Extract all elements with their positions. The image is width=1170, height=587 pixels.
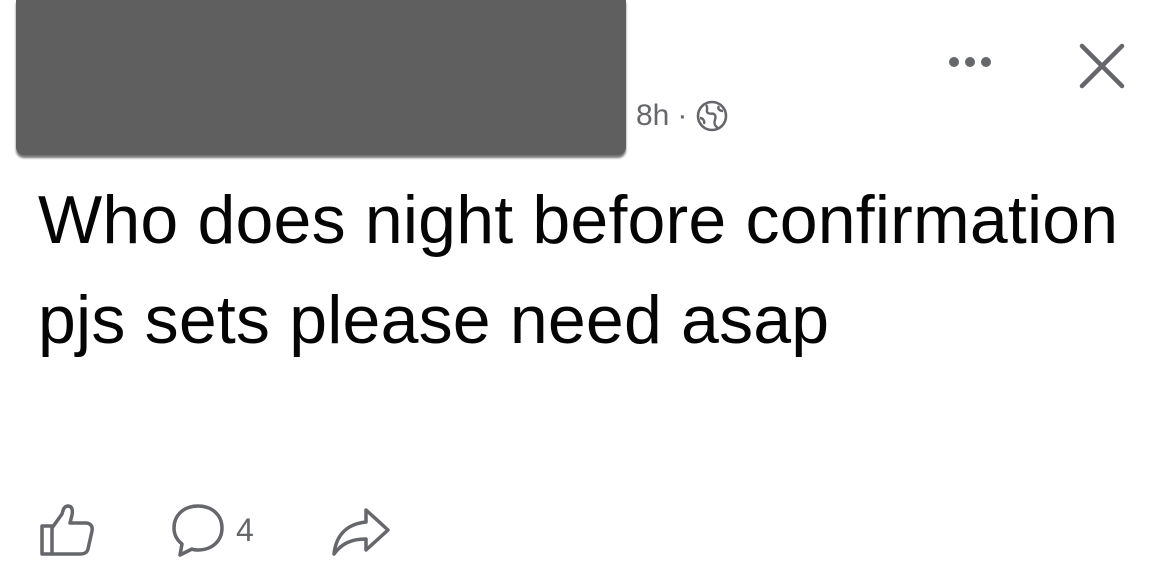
post-meta: 8h · — [636, 96, 729, 136]
close-button[interactable] — [1070, 34, 1134, 98]
post-actions-bar: 4 — [36, 498, 392, 562]
share-arrow-icon — [332, 508, 390, 556]
comment-count: 4 — [236, 511, 254, 548]
thumbs-up-icon — [40, 504, 94, 556]
more-options-icon — [949, 57, 991, 67]
share-button[interactable] — [330, 500, 392, 560]
close-icon — [1079, 43, 1125, 89]
redacted-author-block — [16, 0, 626, 155]
like-button[interactable] — [36, 500, 96, 560]
post-timestamp[interactable]: 8h — [636, 99, 669, 133]
meta-separator: · — [677, 99, 688, 132]
post-body-text: Who does night before confirmation pjs s… — [38, 182, 1119, 358]
comment-button[interactable]: 4 — [168, 500, 254, 560]
comment-bubble-icon — [172, 504, 224, 557]
more-options-button[interactable] — [940, 42, 1000, 82]
globe-icon — [695, 99, 729, 133]
